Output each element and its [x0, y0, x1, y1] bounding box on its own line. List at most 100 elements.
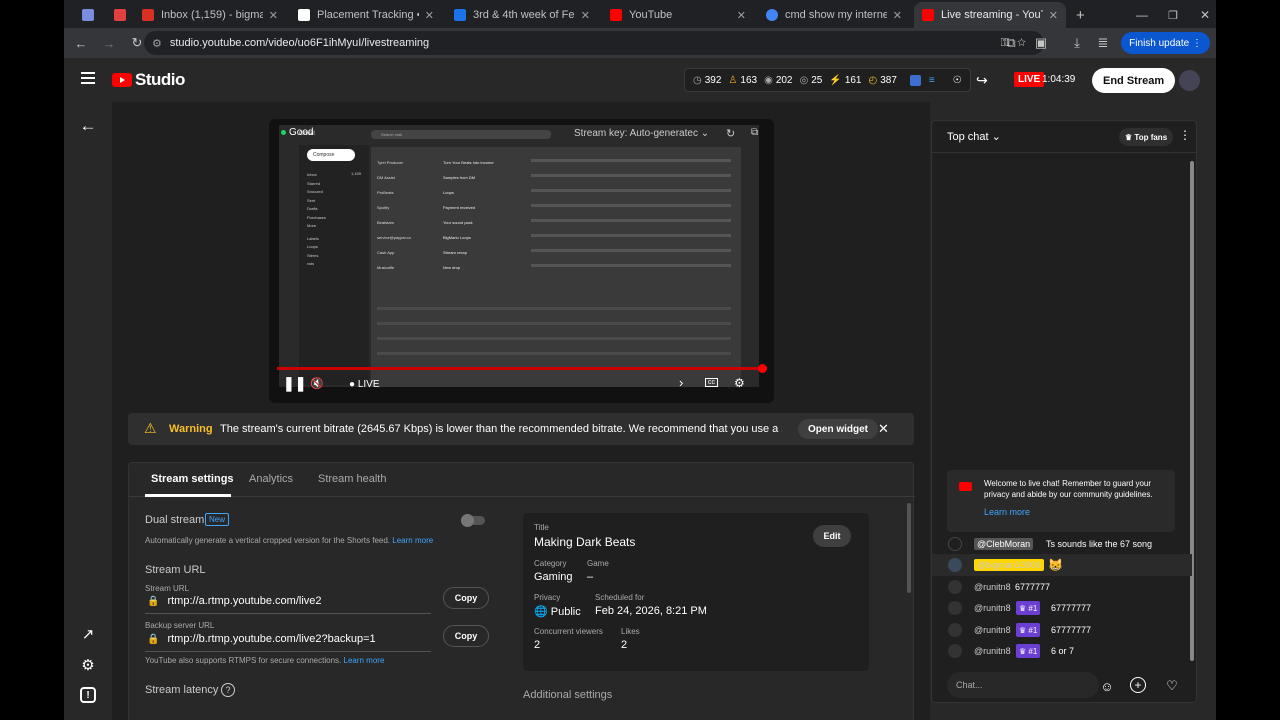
refresh-icon[interactable]: ↻ [726, 127, 735, 140]
preview-compose: Compose [307, 149, 355, 161]
close-icon[interactable]: ✕ [425, 9, 434, 22]
chat-message[interactable]: @ClebMoran Ts sounds like the 67 song [932, 534, 1192, 554]
add-icon[interactable]: + [1130, 677, 1146, 693]
rtmps-learn-more[interactable]: Learn more [344, 656, 385, 665]
side-panel-icon[interactable]: ▣ [1030, 32, 1052, 54]
chat-message[interactable]: @bigman13000 😸 [932, 554, 1192, 576]
edit-button[interactable]: Edit [813, 525, 851, 547]
pause-icon[interactable]: ❚❚ [283, 375, 306, 392]
settings-icon[interactable]: ⚙ [734, 376, 745, 390]
window-close-button[interactable]: ✕ [1192, 2, 1212, 28]
close-icon[interactable]: ✕ [1049, 9, 1058, 22]
stat-subscribers: ♙ 163 [728, 74, 758, 86]
extensions-icon[interactable]: ⧉ [1000, 32, 1022, 54]
back-icon[interactable]: ← [70, 32, 92, 54]
dual-stream-learn-more[interactable]: Learn more [392, 536, 433, 545]
address-bar[interactable]: ⚙ studio.youtube.com/video/uo6F1ihMyuI/l… [144, 31, 1044, 55]
preview-mail-row [377, 337, 731, 340]
dismiss-warning-icon[interactable]: ✕ [878, 421, 889, 437]
next-icon[interactable]: › [679, 375, 683, 390]
preview-gmail-sidebar: Compose Inbox Starred Snoozed Sent Draft… [299, 145, 369, 385]
progress-handle[interactable] [758, 364, 767, 373]
panel-scrollbar[interactable] [907, 503, 911, 593]
more-options-icon[interactable]: ⋮ [1179, 128, 1191, 142]
muted-speaker-icon[interactable]: 🔇 [310, 377, 324, 390]
scheduled-value: Feb 24, 2026, 8:21 PM [595, 605, 707, 617]
tab-live-streaming[interactable]: Live streaming - YouTube Stud✕ [914, 2, 1066, 28]
preview-senders: Tyrel Producer DM Assist ProBeats Spotif… [377, 160, 411, 270]
studio-logo[interactable]: Studio [112, 70, 185, 90]
category-value: Gaming [534, 571, 573, 583]
close-icon[interactable]: ✕ [893, 9, 902, 22]
maximize-button[interactable]: ❐ [1160, 2, 1180, 28]
tab-stream-settings[interactable]: Stream settings [151, 473, 234, 485]
chat-message[interactable]: @runitn8 ♛ #1 67777777 [932, 620, 1192, 640]
new-tab-button[interactable]: + [1068, 2, 1088, 28]
tab-youtube[interactable]: YouTube ✕ [602, 2, 754, 28]
chat-input[interactable]: Chat... [947, 672, 1099, 698]
heart-icon[interactable]: ♡ [1163, 677, 1181, 695]
timer-icon: ◴ [868, 74, 878, 86]
stream-preview-player[interactable]: Compose Inbox Starred Snoozed Sent Draft… [269, 119, 774, 403]
account-avatar[interactable] [1179, 70, 1200, 91]
open-external-icon[interactable]: ↗ [78, 624, 98, 644]
preview-mail-row [377, 322, 731, 325]
backup-url-label: Backup server URL [145, 621, 215, 630]
badge-icon[interactable]: ☉ [953, 75, 962, 86]
forward-icon[interactable]: → [98, 32, 120, 54]
copy-icon[interactable]: ⧉ [751, 127, 758, 138]
tab-gmail[interactable]: Inbox (1,159) - bigman131300✕ [134, 2, 286, 28]
end-stream-button[interactable]: End Stream [1092, 68, 1176, 93]
close-icon[interactable]: ✕ [581, 9, 590, 22]
backup-url-field[interactable]: 🔒 rtmp://b.rtmp.youtube.com/live2?backup=… [147, 633, 376, 645]
tab-analytics[interactable]: Analytics [249, 473, 293, 485]
tab-google[interactable]: cmd show my internet addres✕ [758, 2, 910, 28]
chat-message[interactable]: @runitn8 ♛ #1 6 or 7 [932, 641, 1192, 661]
preview-mail-row [531, 249, 731, 252]
copy-stream-url-button[interactable]: Copy [443, 587, 489, 609]
dual-stream-toggle[interactable] [461, 514, 485, 527]
copy-backup-url-button[interactable]: Copy [443, 625, 489, 647]
back-arrow-icon[interactable]: ← [78, 116, 98, 136]
site-info-icon[interactable]: ⚙ [152, 37, 162, 50]
tab-pinned-2[interactable] [106, 2, 128, 28]
settings-gear-icon[interactable]: ⚙ [78, 655, 98, 675]
preview-folders: Inbox Starred Snoozed Sent Drafts Purcha… [307, 172, 326, 266]
top-chat-select[interactable]: Top chat ⌄ [947, 130, 1001, 143]
tab-stream-health[interactable]: Stream health [318, 473, 386, 485]
emoji-icon[interactable]: ☺ [1098, 677, 1116, 695]
additional-settings-heading[interactable]: Additional settings [523, 689, 612, 701]
feedback-icon[interactable]: ! [80, 687, 96, 703]
media-icon[interactable]: ≣ [1092, 32, 1114, 54]
download-icon[interactable]: ⤓ [1066, 32, 1088, 54]
playback-progress-bar[interactable] [277, 364, 767, 373]
globe-icon: 🌐 [534, 606, 548, 618]
finish-update-button[interactable]: Finish update ⋮ [1121, 32, 1210, 54]
person-icon: ♙ [728, 74, 738, 86]
stream-key-select[interactable]: Stream key: Auto-generatec ⌄ [574, 128, 709, 139]
preview-mail-row [531, 219, 731, 222]
likes-value: 2 [621, 639, 628, 651]
stream-url-field[interactable]: 🔒 rtmp://a.rtmp.youtube.com/live2 [147, 595, 322, 607]
help-icon[interactable]: ? [221, 683, 235, 697]
close-icon[interactable]: ✕ [737, 9, 746, 22]
fan-rank-badge: ♛ #1 [1016, 623, 1041, 637]
share-icon[interactable]: ↪ [976, 72, 988, 89]
menu-icon[interactable] [81, 72, 95, 84]
like-icon: ◎ [799, 74, 809, 86]
captions-icon[interactable]: cc [705, 378, 718, 387]
list-icon[interactable]: ≡ [929, 75, 935, 86]
close-icon[interactable]: ✕ [269, 9, 278, 22]
top-fans-button[interactable]: ♛ Top fans [1119, 128, 1174, 146]
minimize-button[interactable]: — [1128, 2, 1148, 28]
tab-placement[interactable]: Placement Tracking • ArtistCo✕ [290, 2, 442, 28]
stream-health-indicator: Good [281, 127, 313, 138]
bitrate-warning-banner: ⚠ Warning The stream's current bitrate (… [128, 413, 914, 445]
chat-message[interactable]: @runitn8 6777777 [932, 577, 1192, 597]
translate-icon[interactable] [909, 74, 921, 86]
tab-document[interactable]: 3rd & 4th week of February L✕ [446, 2, 598, 28]
welcome-learn-more[interactable]: Learn more [984, 507, 1030, 517]
tab-pinned-1[interactable] [74, 2, 96, 28]
open-widget-button[interactable]: Open widget [798, 419, 878, 439]
chat-message[interactable]: @runitn8 ♛ #1 67777777 [932, 598, 1192, 618]
